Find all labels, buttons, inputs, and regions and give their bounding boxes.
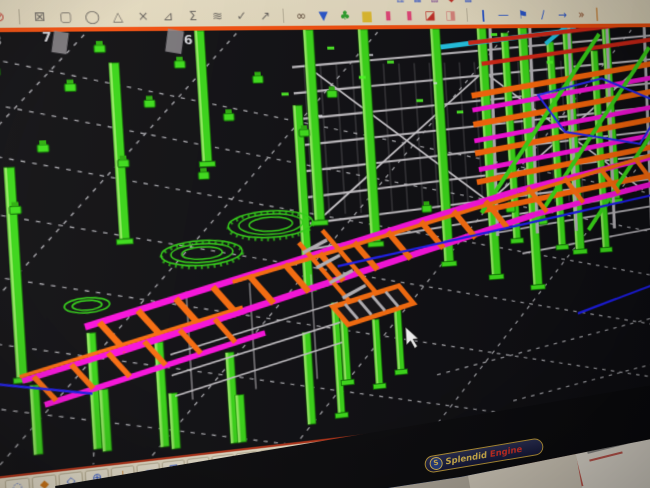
snap-endpoint-icon[interactable]: ◆ <box>32 474 58 488</box>
check-tool-icon[interactable]: ✓ <box>234 9 249 23</box>
splendid-badge-icon: S <box>429 456 444 471</box>
grid-label-7: 7 <box>42 30 53 45</box>
flag-tool-icon[interactable]: ⚑ <box>516 8 529 21</box>
filter-funnel-icon[interactable]: ▼ <box>316 8 331 22</box>
notes-yellow-icon[interactable]: ▆ <box>359 8 374 22</box>
sticker-accent-label: Engine <box>489 444 523 459</box>
toolbar-group-shapes: ⊠ ▢ ◯ △ × ⊿ Σ ≋ ✓ ↗ <box>31 9 273 25</box>
mouse-cursor-icon <box>405 326 419 350</box>
freehand-strike-icon[interactable]: ⊘ <box>0 9 8 24</box>
model-tree-icon[interactable]: ♣ <box>338 8 353 22</box>
fast-forward-icon[interactable]: » <box>575 8 588 21</box>
search-binoculars-icon[interactable]: ∞ <box>294 9 309 23</box>
monitor-photo: ▥▦▧◆▩ ◡◡⊘ ⊠▢◯△×⊿Σ≋✓↗ ∞▼♣▆▮▮◪◨ ❙—⚑∕→»▏ <box>0 0 650 488</box>
grid-label-6: 6 <box>183 33 193 48</box>
cross-tool-icon[interactable]: × <box>135 9 151 24</box>
plate-faded-icon[interactable]: ◨ <box>444 8 458 22</box>
arrow-ne-tool-icon[interactable]: ↗ <box>258 9 273 23</box>
triangle-tool-icon[interactable]: △ <box>110 9 126 24</box>
clip-bracket-icon[interactable]: ❙ <box>476 8 490 22</box>
snap-points-icon[interactable]: ◌ <box>5 477 31 488</box>
toolbar-separator <box>466 8 468 22</box>
pen-pink-1-icon[interactable]: ▮ <box>381 8 395 22</box>
grid-bubble-tab <box>51 31 68 55</box>
dim-line-icon[interactable]: — <box>497 8 511 22</box>
toolbar-separator <box>18 9 20 24</box>
sum-tool-icon[interactable]: Σ <box>185 9 201 24</box>
grid-bubble-tab <box>165 29 184 54</box>
plate-red-icon[interactable]: ◪ <box>423 8 437 22</box>
pen-pink-2-icon[interactable]: ▮ <box>402 8 416 22</box>
toolbar-group-detail: ❙ — ⚑ ∕ → » ▏ <box>476 8 606 22</box>
toolbar-separator <box>282 9 284 23</box>
toolbar-group-model: ∞ ▼ ♣ ▆ ▮ ▮ ◪ ◨ <box>294 8 458 23</box>
rect-tool-icon[interactable]: ▢ <box>58 9 75 24</box>
toolbar-group-draw: ◡◡⊘ <box>0 9 8 25</box>
weld-slash-icon[interactable]: ∕ <box>536 8 549 21</box>
arrow-se-tool-icon[interactable]: → <box>556 8 569 21</box>
circle-tool-icon[interactable]: ◯ <box>84 9 101 24</box>
rebar-bar-icon[interactable]: ▏ <box>594 8 607 21</box>
wave-tool-icon[interactable]: ≋ <box>210 9 226 24</box>
angle-tool-icon[interactable]: ⊿ <box>160 9 176 24</box>
sticker-main-label: Splendid <box>445 450 488 467</box>
fit-window-icon[interactable]: ⊠ <box>31 9 48 24</box>
